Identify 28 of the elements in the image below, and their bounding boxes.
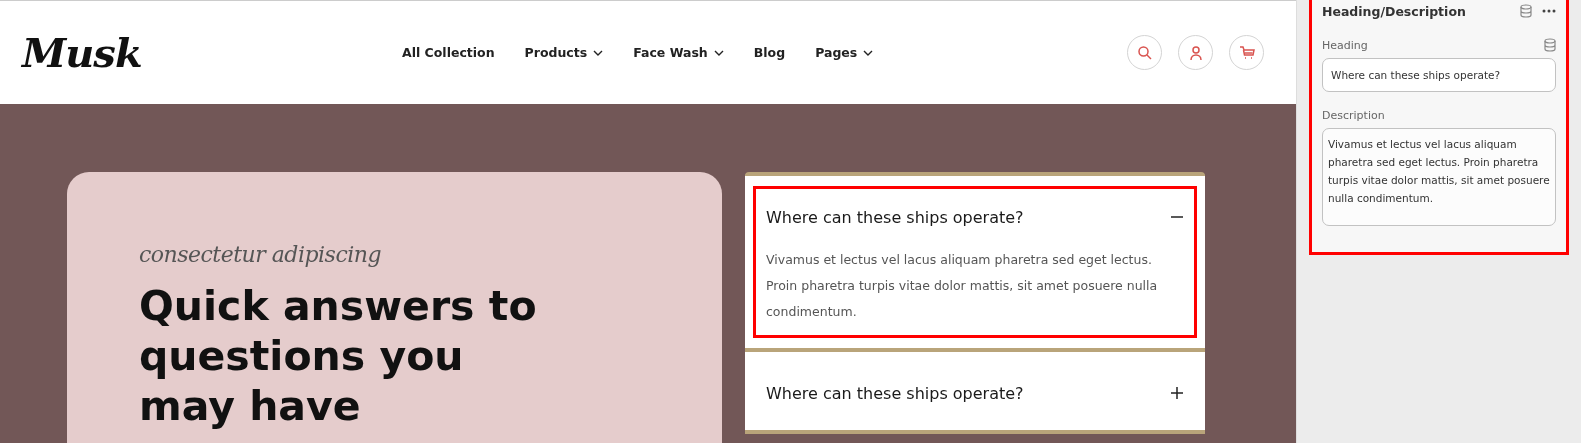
faq-item[interactable]: Where can these ships operate? (753, 362, 1197, 420)
panel-title: Heading/Description (1322, 3, 1466, 19)
nav-link[interactable]: Blog (753, 45, 786, 60)
faq-answer: Vivamus et lectus vel lacus aliquam pharetra sed eget lectus. Proin pharetra turpis vitae dolor mattis, sit amet posuere nulla condimentum. (766, 251, 1159, 321)
nav-link[interactable]: Face Wash (633, 45, 724, 60)
logo[interactable]: Musk (22, 29, 402, 76)
faq-question: Where can these ships operate? (766, 383, 1024, 403)
field-label: Heading (1322, 38, 1368, 52)
nav-link[interactable]: All Collection (402, 45, 495, 60)
more-icon[interactable] (1542, 9, 1556, 13)
tagline: consectetur adipiscing (139, 242, 382, 267)
chevron-down-icon (593, 49, 604, 56)
plus-icon[interactable] (1170, 386, 1184, 400)
nav-link[interactable]: Products (524, 45, 604, 60)
description-field[interactable]: Vivamus et lectus vel lacus aliquam pharetra sed eget lectus. Proin pharetra turpis vitae dolor mattis, sit amet posuere nulla condimentum. (1322, 128, 1556, 226)
search-icon[interactable] (1127, 35, 1162, 70)
user-icon[interactable] (1178, 35, 1213, 70)
database-icon[interactable] (1544, 38, 1556, 52)
cart-icon[interactable] (1229, 35, 1264, 70)
heading-field[interactable]: Where can these ships operate? (1322, 58, 1556, 92)
field-label: Description (1322, 108, 1385, 122)
nav-link[interactable]: Pages (815, 45, 874, 60)
chevron-down-icon (713, 49, 724, 56)
selected-faq-item[interactable]: Where can these ships operate? Vivamus et lectus vel lacus aliquam pharetra sed eget lectus. Proin pharetra turpis vitae dolor mattis, sit amet posuere nulla condimentum. (753, 186, 1197, 338)
database-icon[interactable] (1520, 4, 1532, 18)
chevron-down-icon (863, 49, 874, 56)
hero-heading: Quick answers to questions you may have (139, 281, 538, 431)
faq-question: Where can these ships operate? (766, 207, 1024, 227)
